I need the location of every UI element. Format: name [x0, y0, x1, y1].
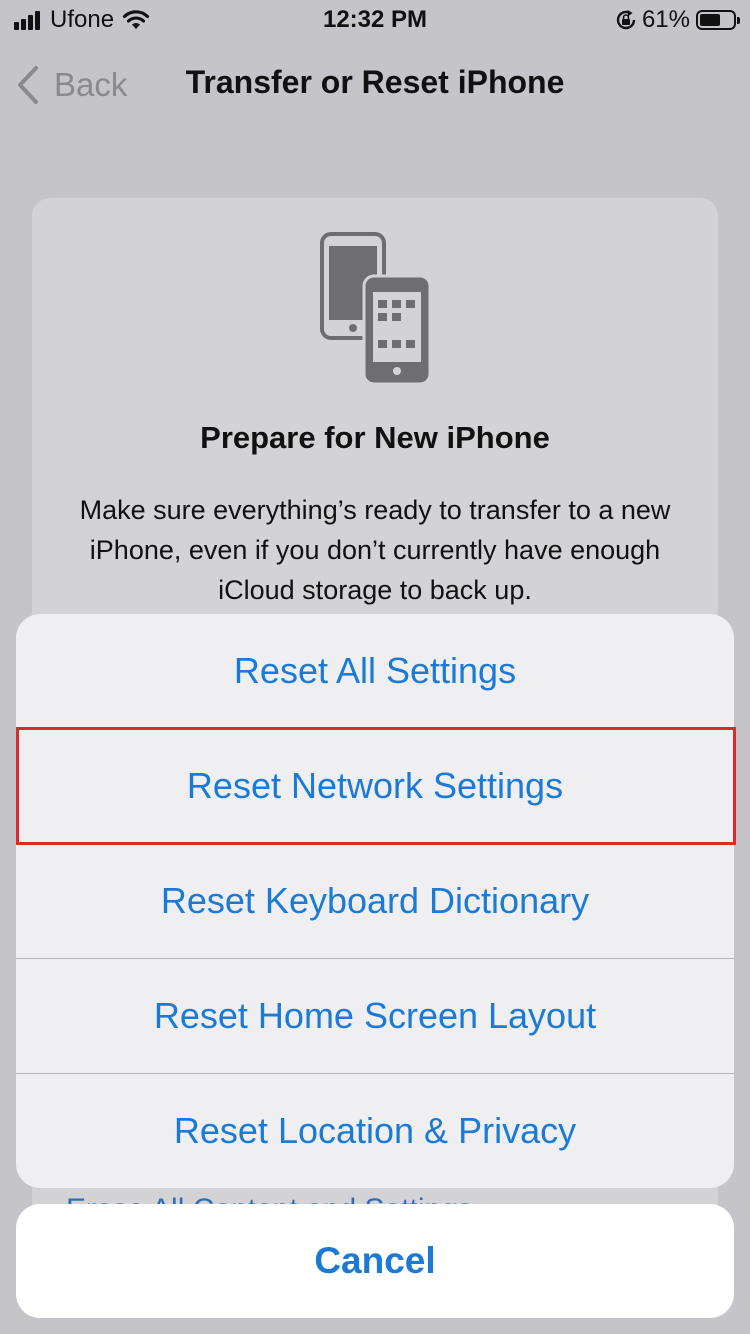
card-title: Prepare for New iPhone	[200, 420, 550, 455]
reset-action-sheet: Reset All Settings Reset Network Setting…	[16, 614, 734, 1188]
reset-keyboard-dictionary-button[interactable]: Reset Keyboard Dictionary	[16, 844, 734, 958]
orientation-lock-icon	[616, 10, 636, 30]
page-title: Transfer or Reset iPhone	[185, 64, 565, 100]
card-description: Make sure everything’s ready to transfer…	[79, 495, 671, 605]
status-right: 61%	[614, 6, 740, 34]
navigation-bar: Back Transfer or Reset iPhone	[0, 50, 750, 120]
highlight-box	[16, 727, 736, 845]
status-bar: Ufone 12:32 PM 61%	[0, 0, 750, 40]
cancel-button[interactable]: Cancel	[16, 1204, 734, 1318]
two-phones-icon	[320, 232, 432, 386]
reset-home-screen-layout-button[interactable]: Reset Home Screen Layout	[16, 959, 734, 1073]
battery-icon	[696, 10, 740, 30]
reset-location-privacy-button[interactable]: Reset Location & Privacy	[16, 1074, 734, 1188]
battery-fill	[700, 14, 720, 26]
reset-all-settings-button[interactable]: Reset All Settings	[16, 614, 734, 728]
battery-percent: 61%	[641, 6, 690, 33]
